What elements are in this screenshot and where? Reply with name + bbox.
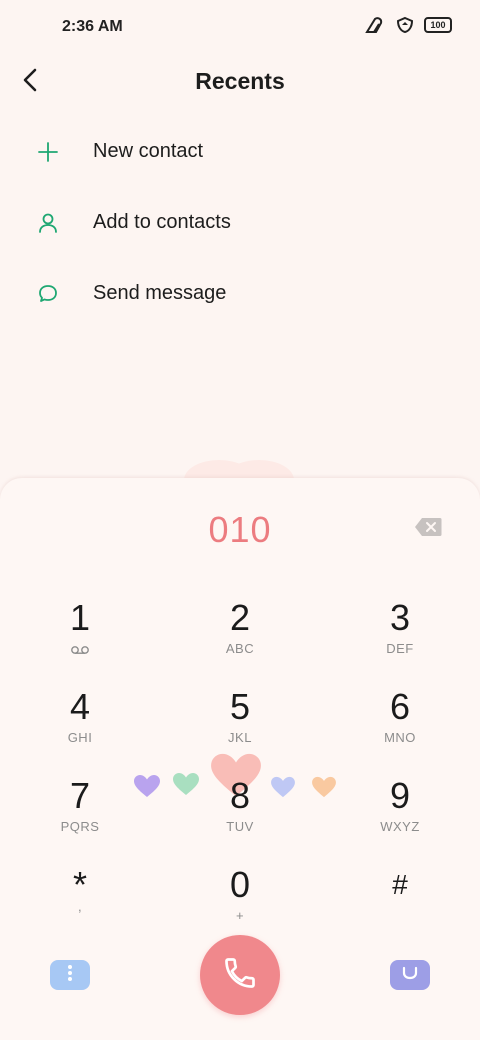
- key-6[interactable]: 6 MNO: [340, 685, 460, 765]
- key-letters: ABC: [225, 641, 255, 656]
- send-message-label: Send message: [93, 282, 227, 304]
- header: Recents: [0, 56, 480, 108]
- key-digit: 9: [389, 775, 411, 816]
- key-4[interactable]: 4 GHI: [20, 685, 140, 765]
- key-digit: 6: [389, 686, 411, 727]
- key-9[interactable]: 9 WXYZ: [340, 774, 460, 854]
- key-2[interactable]: 2 ABC: [180, 596, 300, 676]
- battery-icon: 100: [424, 17, 452, 33]
- key-letters: GHI: [67, 730, 93, 745]
- key-digit: #: [392, 869, 408, 900]
- key-letters: MNO: [384, 730, 416, 745]
- add-to-contacts-label: Add to contacts: [93, 211, 231, 233]
- status-time: 2:36 AM: [62, 18, 123, 35]
- new-contact-label: New contact: [93, 140, 204, 162]
- key-8[interactable]: 8 TUV: [180, 774, 300, 854]
- key-digit: 5: [229, 686, 251, 727]
- key-letters: WXYZ: [380, 819, 420, 834]
- message-bubble-icon: [36, 282, 60, 306]
- key-3[interactable]: 3 DEF: [340, 596, 460, 676]
- plus-icon: [36, 140, 60, 164]
- key-digit: 2: [229, 597, 251, 638]
- emoji-keyboard-button[interactable]: [390, 960, 430, 990]
- send-message-item[interactable]: Send message: [0, 258, 480, 329]
- signal-icon: [364, 16, 386, 34]
- battery-level: 100: [430, 20, 446, 30]
- menu-button[interactable]: [50, 960, 90, 990]
- key-hash[interactable]: #: [340, 863, 460, 943]
- key-1[interactable]: 1: [20, 596, 140, 676]
- add-to-contacts-item[interactable]: Add to contacts: [0, 187, 480, 258]
- key-letters: PQRS: [60, 819, 100, 834]
- key-digit: 4: [69, 686, 91, 727]
- key-letters: TUV: [226, 819, 254, 834]
- vpn-shield-icon: [396, 16, 414, 34]
- person-icon: [36, 211, 60, 235]
- voicemail-icon: [70, 642, 90, 660]
- key-digit: 3: [389, 597, 411, 638]
- key-digit: 8: [229, 775, 251, 816]
- key-digit: 0: [229, 864, 251, 905]
- backspace-button[interactable]: [414, 517, 442, 537]
- key-letters: +: [235, 908, 245, 923]
- key-star[interactable]: * ,: [20, 863, 140, 943]
- key-digit: 1: [69, 597, 91, 638]
- key-letters: DEF: [386, 641, 414, 656]
- key-5[interactable]: 5 JKL: [180, 685, 300, 765]
- call-button[interactable]: [200, 935, 280, 1015]
- key-digit: 7: [69, 775, 91, 816]
- page-title: Recents: [195, 68, 285, 94]
- backspace-icon: [414, 518, 442, 541]
- key-0[interactable]: 0 +: [180, 863, 300, 943]
- smile-keyboard-icon: [401, 966, 419, 985]
- key-letters: JKL: [228, 730, 252, 745]
- status-bar: 2:36 AM 100: [0, 0, 480, 56]
- key-7[interactable]: 7 PQRS: [20, 774, 140, 854]
- status-icons: 100: [364, 16, 452, 34]
- key-letters: ,: [77, 899, 83, 914]
- phone-icon: [222, 955, 258, 996]
- bottom-bar: [0, 935, 480, 1015]
- action-list: New contact Add to contacts Send message: [0, 116, 480, 329]
- more-vertical-icon: [67, 964, 73, 987]
- dialed-number[interactable]: 010: [0, 509, 480, 551]
- new-contact-item[interactable]: New contact: [0, 116, 480, 187]
